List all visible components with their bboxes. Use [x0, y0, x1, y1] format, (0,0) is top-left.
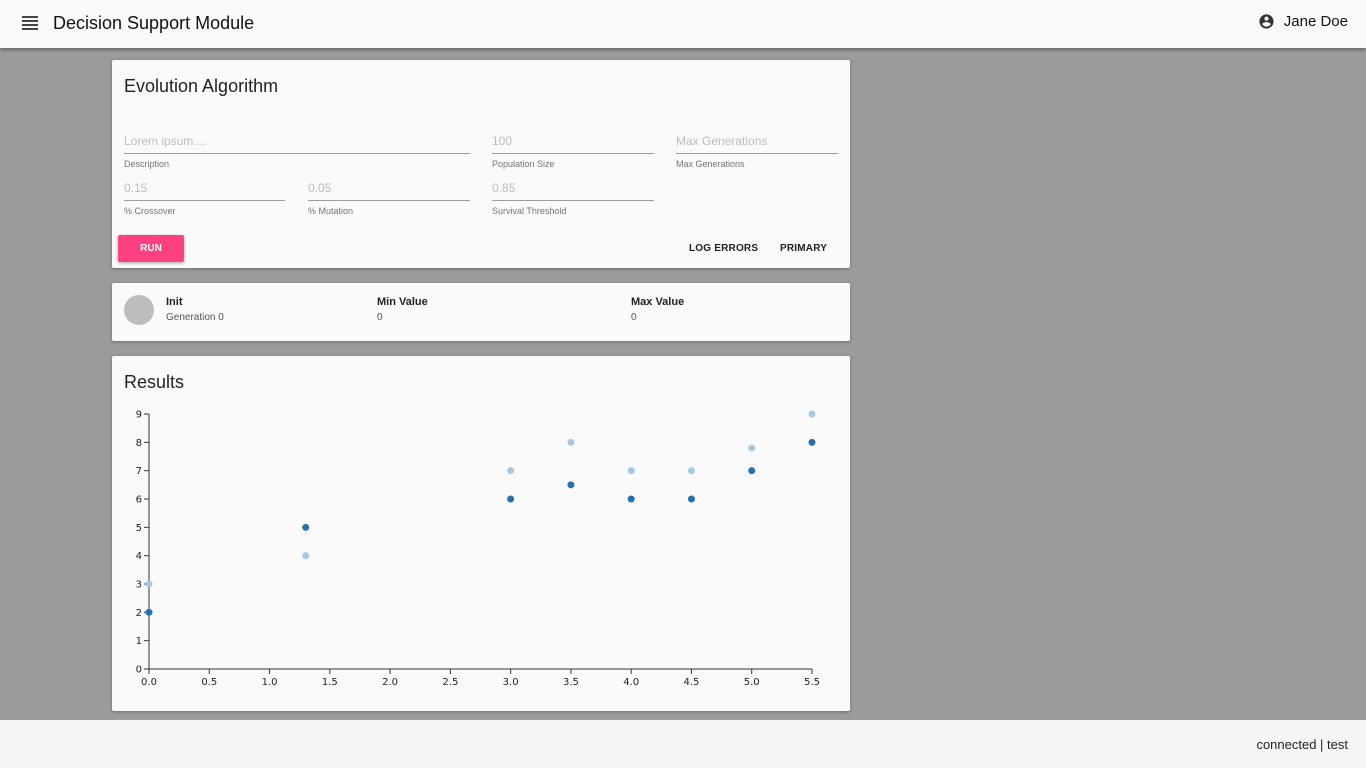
data-point-series-1	[687, 467, 695, 475]
x-tick-label: 3.5	[563, 677, 579, 688]
y-tick-label: 1	[136, 636, 142, 647]
menu-icon[interactable]	[22, 16, 38, 30]
connection-status: connected | test	[1256, 737, 1348, 752]
results-scatter-chart: 0.0 0.5 1.0 1.5 2.0 2.5 3.0 3.5 4.0 4.5 5.0 5.5 0 1 2 3…	[136, 410, 820, 689]
data-point-series-1	[507, 467, 515, 475]
status-avatar	[124, 295, 154, 325]
data-point-series-2	[302, 523, 310, 531]
data-point-series-2	[567, 481, 575, 489]
max-generations-label: Max Generations	[676, 159, 745, 169]
description-input[interactable]: Lorem ipsum....	[124, 134, 470, 149]
data-point-series-1	[567, 438, 575, 446]
min-value-label: Min Value	[377, 296, 428, 308]
user-name: Jane Doe	[1283, 13, 1348, 30]
x-tick-label: 1.5	[322, 677, 338, 688]
x-tick-label: 2.0	[382, 677, 398, 688]
y-tick-label: 7	[136, 466, 142, 477]
data-point-series-2	[748, 467, 756, 475]
description-label: Description	[124, 159, 170, 169]
user-menu[interactable]: Jane Doe	[1258, 13, 1348, 30]
app-title: Decision Support Module	[53, 13, 255, 33]
population-size-field[interactable]: 100 Population Size	[492, 134, 654, 169]
y-tick-label: 0	[136, 665, 142, 676]
account-circle-icon	[1259, 14, 1274, 29]
data-point-series-1	[748, 444, 756, 452]
data-point-series-1	[808, 410, 816, 418]
max-generations-input[interactable]: Max Generations	[676, 134, 838, 149]
data-point-series-2	[507, 495, 515, 503]
log-errors-button[interactable]: LOG ERRORS	[689, 243, 758, 254]
data-point-series-2	[687, 495, 695, 503]
x-tick-label: 5.5	[804, 677, 820, 688]
y-tick-label: 3	[136, 580, 142, 591]
max-value: 0	[631, 312, 637, 323]
footer: connected | test	[0, 720, 1366, 768]
x-tick-label: 0.5	[201, 677, 217, 688]
mutation-field[interactable]: 0.05 % Mutation	[308, 181, 470, 216]
x-tick-label: 3.0	[503, 677, 519, 688]
x-tick-label: 5.0	[744, 677, 760, 688]
data-point-series-1	[145, 580, 153, 588]
status-card: Init Generation 0 Min Value 0 Max Value …	[112, 283, 850, 341]
survival-threshold-label: Survival Threshold	[492, 206, 567, 216]
min-value: 0	[377, 312, 383, 323]
form-title: Evolution Algorithm	[124, 76, 279, 96]
y-tick-label: 4	[136, 551, 142, 562]
data-point-series-1	[302, 552, 310, 560]
status-state: Init	[166, 296, 183, 308]
y-tick-label: 9	[136, 410, 142, 421]
x-tick-label: 2.5	[442, 677, 458, 688]
description-field[interactable]: Lorem ipsum.... Description	[124, 134, 470, 169]
mutation-label: % Mutation	[308, 206, 354, 216]
data-point-series-2	[627, 495, 635, 503]
survival-threshold-field[interactable]: 0.85 Survival Threshold	[492, 181, 654, 216]
x-tick-label: 1.0	[262, 677, 278, 688]
max-value-label: Max Value	[631, 296, 685, 308]
run-button[interactable]: RUN	[118, 235, 184, 262]
y-tick-label: 8	[136, 438, 142, 449]
y-tick-label: 5	[136, 523, 142, 534]
data-point-series-1	[627, 467, 635, 475]
max-generations-field[interactable]: Max Generations Max Generations	[676, 134, 838, 169]
algorithm-form-card: Evolution Algorithm Lorem ipsum.... Desc…	[112, 60, 850, 268]
data-point-series-2	[145, 608, 153, 616]
survival-threshold-input[interactable]: 0.85	[492, 181, 654, 196]
population-size-label: Population Size	[492, 159, 555, 169]
crossover-input[interactable]: 0.15	[124, 181, 285, 196]
y-tick-label: 2	[136, 608, 142, 619]
x-tick-label: 4.0	[623, 677, 639, 688]
status-generation: Generation 0	[166, 312, 224, 323]
crossover-label: % Crossover	[124, 206, 176, 216]
x-tick-label: 0.0	[141, 677, 157, 688]
primary-button[interactable]: PRIMARY	[780, 243, 827, 254]
mutation-input[interactable]: 0.05	[308, 181, 470, 196]
x-tick-label: 4.5	[684, 677, 700, 688]
population-size-input[interactable]: 100	[492, 134, 654, 149]
y-tick-label: 6	[136, 495, 142, 506]
results-card: Results 0.0 0.5 1.0 1.5 2.0 2.5 3.0 3.5 4.0 4.5 5.…	[112, 356, 850, 711]
crossover-field[interactable]: 0.15 % Crossover	[124, 181, 285, 216]
data-point-series-2	[808, 438, 816, 446]
app-bar: Decision Support Module Jane Doe	[0, 0, 1366, 48]
